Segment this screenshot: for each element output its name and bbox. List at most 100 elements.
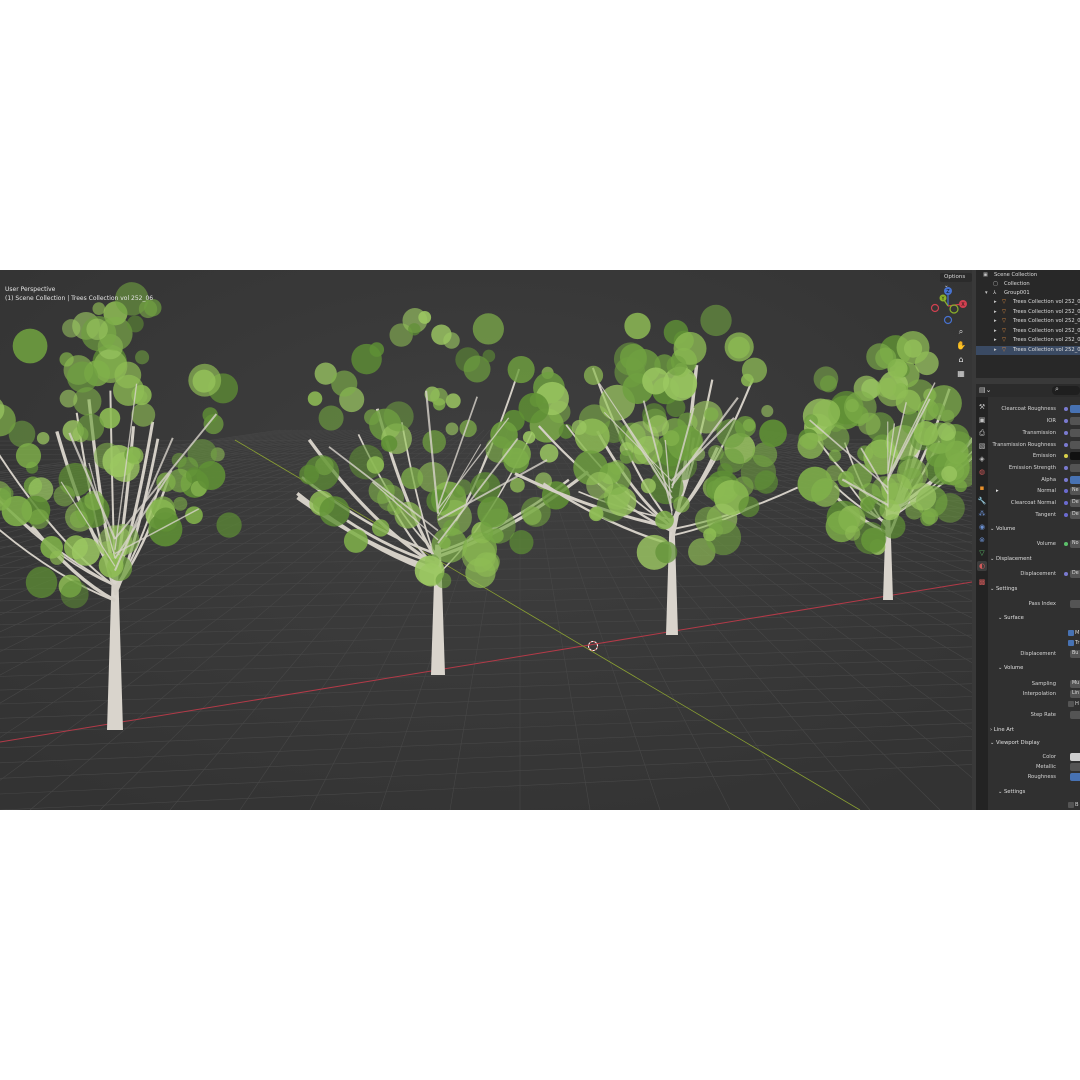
expand-right-icon[interactable]: ▸ [994, 308, 997, 317]
surface-checkbox-1-label: M [1075, 630, 1080, 636]
properties-panel[interactable]: ▤⌄ ⌕ ⚒ ▣ ⎙ ▧ ◈ ◍ ▪ 🔧 ⁂ ◉ ⊗ ▽ ◐ ▩ ⌄ Volum… [976, 384, 1080, 810]
options-button[interactable]: Options ⌄ [940, 273, 972, 289]
viewport-display-section-header[interactable]: ⌄ Viewport Display [990, 739, 1040, 747]
hand-pan-icon[interactable]: ✋ [956, 341, 966, 351]
modifier-tab-icon[interactable]: 🔧 [977, 496, 987, 506]
pass-index-field[interactable] [1070, 600, 1080, 608]
camera-icon[interactable]: ⌂ [956, 355, 966, 365]
property-socket[interactable] [1064, 431, 1068, 435]
property-field[interactable] [1070, 452, 1080, 460]
scene-tab-icon[interactable]: ◈ [977, 454, 987, 464]
render-tab-icon[interactable]: ▣ [977, 415, 987, 425]
grid-icon[interactable]: ▦ [956, 369, 966, 379]
gizmo-y-label: Y [941, 296, 945, 302]
outliner-collection-row[interactable]: ▢ Collection [976, 280, 1080, 289]
property-socket[interactable] [1064, 407, 1068, 411]
surface-checkbox-1[interactable] [1068, 630, 1074, 636]
object-tab-icon[interactable]: ▪ [977, 483, 987, 493]
property-socket[interactable] [1064, 466, 1068, 470]
bottom-checkbox[interactable] [1068, 802, 1074, 808]
texture-tab-icon[interactable]: ▩ [977, 577, 987, 587]
property-field[interactable]: Ne [1070, 487, 1080, 495]
interpolation-dropdown[interactable]: Lin [1070, 690, 1080, 698]
property-field[interactable] [1070, 429, 1080, 437]
output-tab-icon[interactable]: ⎙ [977, 428, 987, 438]
property-socket[interactable] [1064, 513, 1068, 517]
mesh-object-icon: ▽ [1002, 337, 1006, 343]
surface-displacement-dropdown[interactable]: Bu [1070, 650, 1080, 658]
zoom-icon[interactable]: ⌕ [956, 327, 966, 337]
property-field[interactable] [1070, 417, 1080, 425]
gizmo-neg-y-handle[interactable] [949, 304, 959, 314]
constraints-tab-icon[interactable]: ⊗ [977, 535, 987, 545]
settings-section-header[interactable]: ⌄ Settings [990, 585, 1017, 593]
expand-right-icon[interactable]: ▸ [994, 336, 997, 345]
property-field[interactable] [1070, 464, 1080, 472]
expand-right-icon[interactable]: ▸ [994, 346, 997, 355]
surface-checkbox-2[interactable] [1068, 640, 1074, 646]
properties-search-input[interactable]: ⌕ [1052, 385, 1080, 395]
navigation-gizmo[interactable]: Z X Y [928, 286, 968, 326]
volume-field[interactable]: No [1070, 540, 1080, 548]
step-rate-field[interactable] [1070, 711, 1080, 719]
gizmo-neg-z-handle[interactable] [943, 315, 953, 325]
metallic-field[interactable] [1070, 763, 1080, 771]
outliner-item-row[interactable]: ▸ ▽ Trees Collection vol 252_06 [976, 345, 1080, 355]
particles-tab-icon[interactable]: ⁂ [977, 509, 987, 519]
volume-socket[interactable] [1064, 542, 1068, 546]
world-tab-icon[interactable]: ◍ [977, 467, 987, 477]
outliner-group-row[interactable]: ▾ ⅄ Group001 [976, 289, 1080, 298]
property-socket[interactable] [1064, 454, 1068, 458]
line-art-section-header[interactable]: › Line Art [990, 726, 1014, 734]
tool-tab-icon[interactable]: ⚒ [977, 402, 987, 412]
property-field[interactable] [1070, 405, 1080, 413]
expand-right-icon[interactable]: ▸ [996, 487, 999, 495]
search-icon: ⌕ [1055, 385, 1059, 393]
pass-index-label: Pass Index [1028, 601, 1056, 607]
volume-subsection-header[interactable]: ⌄ Volume [998, 664, 1023, 672]
displacement-section-header[interactable]: ⌄ Displacement [990, 555, 1032, 563]
property-field[interactable] [1070, 476, 1080, 484]
property-socket[interactable] [1064, 501, 1068, 505]
editor-type-icon[interactable]: ▤⌄ [979, 386, 991, 394]
property-socket[interactable] [1064, 419, 1068, 423]
outliner-item-row[interactable]: ▸ ▽ Trees Collection vol 252_02 [976, 308, 1080, 317]
volume-label: Volume [1036, 541, 1056, 547]
outliner-item-row[interactable]: ▸ ▽ Trees Collection vol 252_01 [976, 298, 1080, 307]
outliner-item-row[interactable]: ▸ ▽ Trees Collection vol 252_05 [976, 336, 1080, 345]
outliner-item-row[interactable]: ▸ ▽ Trees Collection vol 252_03 [976, 317, 1080, 326]
property-socket[interactable] [1064, 478, 1068, 482]
displacement-socket[interactable] [1064, 572, 1068, 576]
volume-section-header[interactable]: ⌄ Volume [990, 525, 1015, 533]
sampling-dropdown[interactable]: Mu [1070, 680, 1080, 688]
outliner-item-row[interactable]: ▸ ▽ Trees Collection vol 252_04 [976, 327, 1080, 336]
settings-subsection-header[interactable]: ⌄ Settings [998, 788, 1025, 796]
homogeneous-label: H [1075, 701, 1079, 707]
gizmo-neg-x-handle[interactable] [930, 303, 940, 313]
material-tab-icon[interactable]: ◐ [977, 561, 987, 571]
view-layer-tab-icon[interactable]: ▧ [977, 441, 987, 451]
expand-right-icon[interactable]: ▸ [994, 327, 997, 336]
view-subtitle: (1) Scene Collection | Trees Collection … [5, 295, 154, 302]
displacement-field[interactable]: De [1070, 570, 1080, 578]
physics-tab-icon[interactable]: ◉ [977, 522, 987, 532]
surface-displacement-label: Displacement [1020, 651, 1056, 657]
data-tab-icon[interactable]: ▽ [977, 548, 987, 558]
property-field[interactable]: De [1070, 511, 1080, 519]
homogeneous-checkbox[interactable] [1068, 701, 1074, 707]
3d-viewport[interactable]: User Perspective (1) Scene Collection | … [0, 270, 972, 810]
property-field[interactable]: De [1070, 499, 1080, 507]
outliner-root-row[interactable]: ▣ Scene Collection [976, 271, 1080, 280]
property-socket[interactable] [1064, 489, 1068, 493]
surface-subsection-header[interactable]: ⌄ Surface [998, 614, 1024, 622]
outliner-item-label: Trees Collection vol 252_03 [1013, 318, 1080, 324]
expand-down-icon[interactable]: ▾ [985, 289, 988, 298]
property-field[interactable] [1070, 441, 1080, 449]
roughness-slider[interactable] [1070, 773, 1080, 781]
outliner-panel[interactable]: ▣ Scene Collection ▢ Collection ▾ ⅄ Grou… [976, 270, 1080, 378]
expand-right-icon[interactable]: ▸ [994, 317, 997, 326]
viewport-scene [0, 270, 972, 810]
property-socket[interactable] [1064, 443, 1068, 447]
color-swatch[interactable] [1070, 753, 1080, 761]
expand-right-icon[interactable]: ▸ [994, 298, 997, 307]
